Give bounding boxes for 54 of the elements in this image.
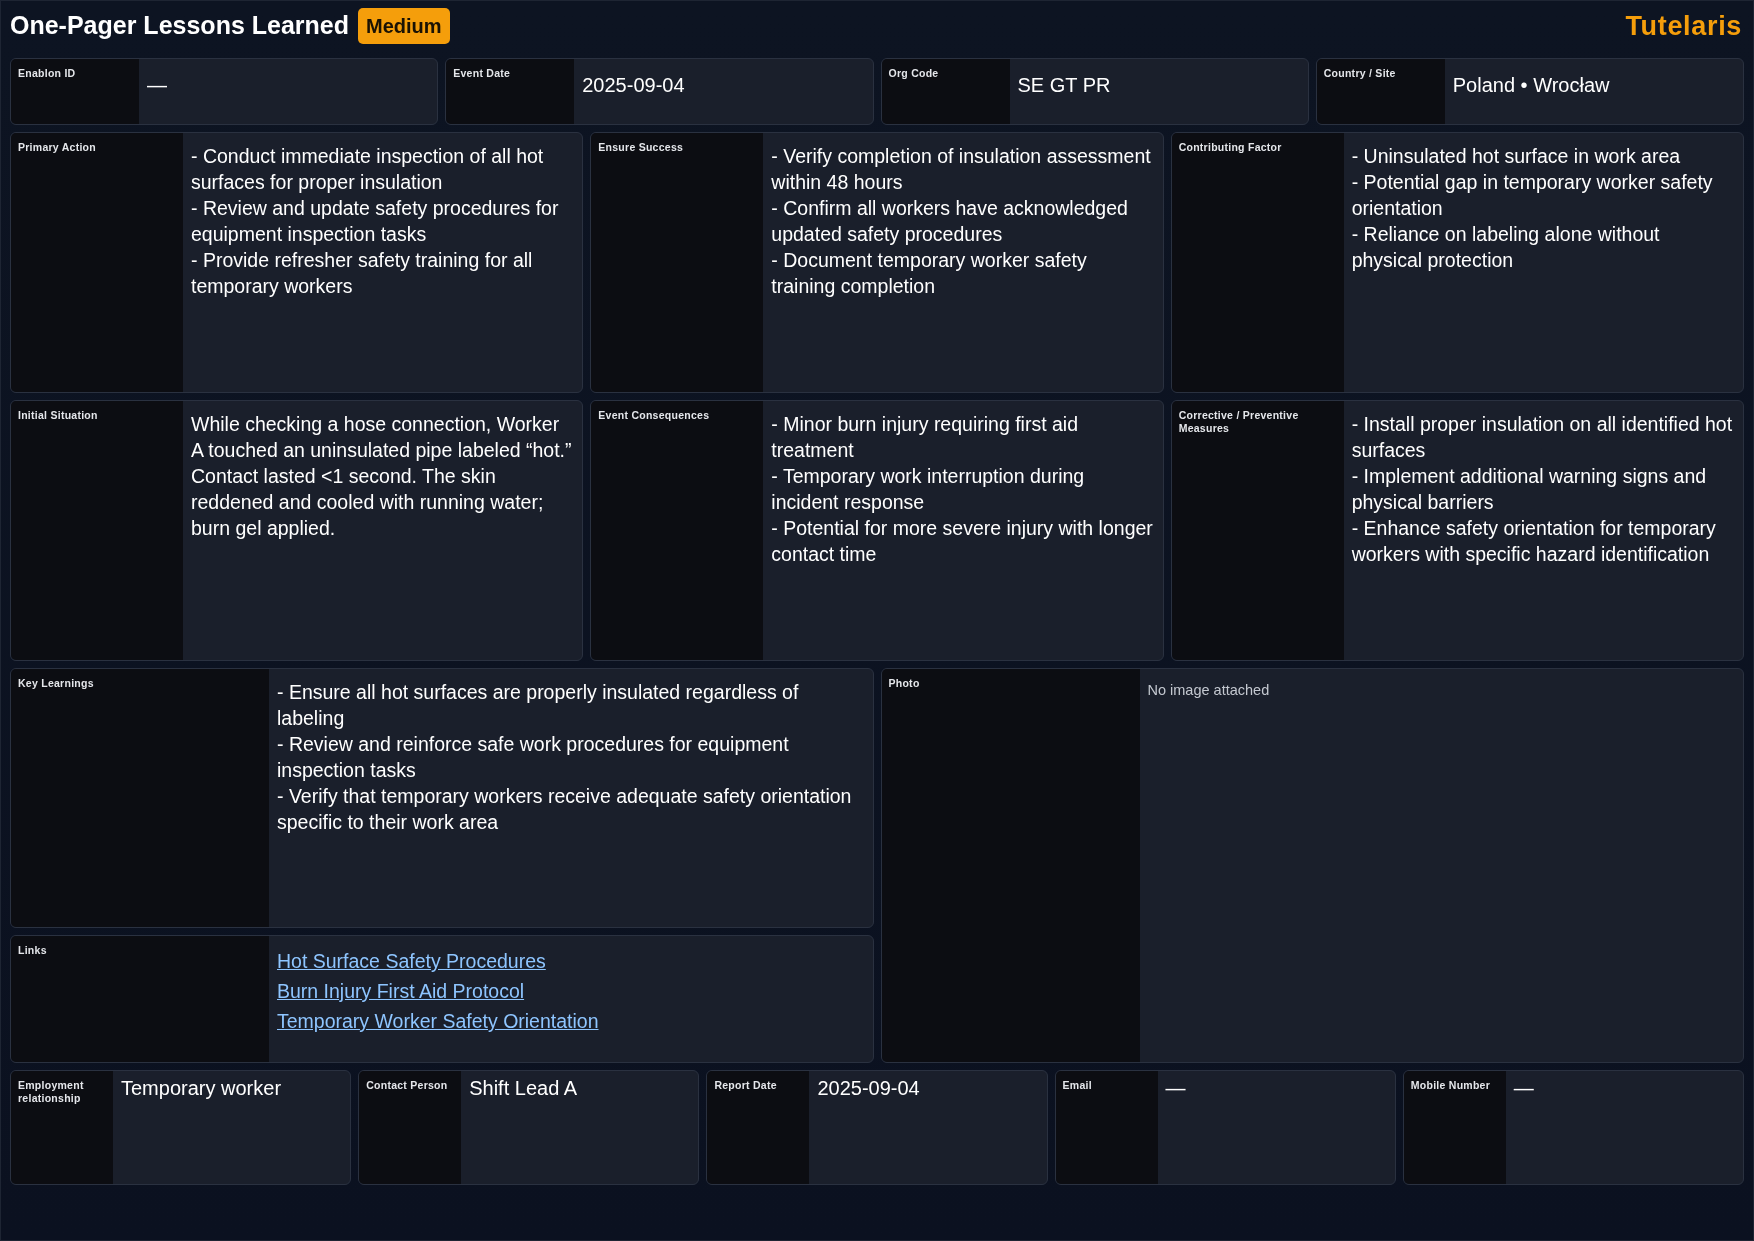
bullet-item: - Minor burn injury requiring first aid treatment — [771, 412, 1080, 463]
field-value: — — [146, 73, 168, 98]
paragraph-text: While checking a hose connection, Worker A touched an uninsulated pipe labeled “hot.” Contact lasted <1 second. The skin reddened and cooled with running water; burn gel applied. — [191, 412, 573, 541]
bullet-item: - Install proper insulation on all identified hot surfaces — [1351, 412, 1734, 463]
field-value: — — [1512, 1076, 1535, 1100]
field-label: Corrective / Preventive Measures — [1178, 409, 1300, 435]
field-value: Temporary worker — [120, 1076, 283, 1100]
field-label: Country / Site — [1323, 67, 1397, 80]
document-link[interactable]: Temporary Worker Safety Orientation — [277, 1006, 599, 1036]
bullet-item: - Temporary work interruption during incident response — [771, 464, 1086, 515]
field-label: Initial Situation — [18, 409, 99, 422]
field-label: Enablon ID — [18, 67, 77, 80]
bullet-item: - Potential gap in temporary worker safety orientation — [1351, 170, 1714, 221]
bullet-item: - Verify that temporary workers receive adequate safety orientation specific to their work area — [277, 784, 853, 835]
field-label: Org Code — [888, 67, 940, 80]
field-label: Ensure Success — [598, 141, 685, 154]
field-value: Shift Lead A — [468, 1076, 579, 1100]
bullet-item: - Enhance safety orientation for temporary workers with specific hazard identification — [1351, 516, 1717, 567]
bullet-item: - Verify completion of insulation assessment within 48 hours — [771, 144, 1152, 195]
document-link[interactable]: Hot Surface Safety Procedures — [277, 946, 546, 976]
field-label: Report Date — [714, 1079, 778, 1092]
bullet-item: - Conduct immediate inspection of all hot surfaces for proper insulation — [191, 144, 545, 195]
bullet-item: - Ensure all hot surfaces are properly insulated regardless of labeling — [277, 680, 800, 731]
field-label: Key Learnings — [18, 677, 95, 690]
field-label: Employment relationship — [18, 1079, 85, 1105]
bullet-item: - Provide refresher safety training for all temporary workers — [191, 248, 534, 299]
bullet-item: - Review and reinforce safe work procedures for equipment inspection tasks — [277, 732, 790, 783]
field-label: Contributing Factor — [1178, 141, 1283, 154]
field-label: Event Date — [453, 67, 512, 80]
field-value: SE GT PR — [1016, 73, 1112, 98]
bullet-item: - Implement additional warning signs and physical barriers — [1351, 464, 1708, 515]
field-label: Photo — [888, 677, 921, 690]
bullet-item: - Review and update safety procedures for equipment inspection tasks — [191, 196, 560, 247]
field-value: 2025-09-04 — [581, 73, 686, 98]
photo-placeholder: No image attached — [1146, 681, 1271, 700]
field-label: Event Consequences — [598, 409, 711, 422]
field-value: Poland • Wrocław — [1451, 73, 1611, 98]
document-link[interactable]: Burn Injury First Aid Protocol — [277, 976, 525, 1006]
page-title: One-Pager Lessons Learned — [10, 10, 349, 42]
field-value: — — [1164, 1076, 1187, 1100]
brand-logo: Tutelaris — [1625, 9, 1743, 43]
field-label: Primary Action — [18, 141, 97, 154]
field-label: Links — [18, 944, 48, 957]
field-label: Contact Person — [366, 1079, 449, 1092]
field-label: Email — [1062, 1079, 1093, 1092]
bullet-item: - Uninsulated hot surface in work area — [1351, 144, 1682, 169]
bullet-item: - Reliance on labeling alone without physical protection — [1351, 222, 1661, 273]
photo-field[interactable]: Photo No image attached — [880, 668, 1744, 1063]
field-label: Mobile Number — [1410, 1079, 1492, 1092]
bullet-item: - Confirm all workers have acknowledged updated safety procedures — [771, 196, 1129, 247]
bullet-item: - Document temporary worker safety training completion — [771, 248, 1088, 299]
bullet-item: - Potential for more severe injury with longer contact time — [771, 516, 1154, 567]
field-value: 2025-09-04 — [816, 1076, 921, 1100]
severity-badge: Medium — [358, 8, 450, 44]
